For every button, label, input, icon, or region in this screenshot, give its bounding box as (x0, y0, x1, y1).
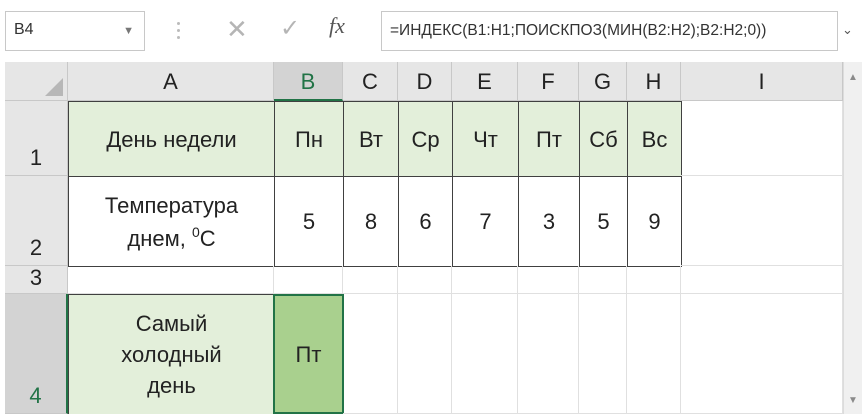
cell-a4-line1: Самый (135, 311, 208, 336)
cell-a4[interactable]: Самый холодный день (68, 294, 275, 414)
cell-a4-line3: день (147, 373, 196, 398)
cell-h3[interactable] (627, 266, 681, 294)
cell-e4[interactable] (452, 294, 518, 414)
cell-c2[interactable]: 8 (343, 176, 399, 267)
cell-f2[interactable]: 3 (518, 176, 580, 267)
scroll-down-icon[interactable]: ▼ (848, 395, 858, 406)
cell-a1[interactable]: День недели (68, 101, 275, 177)
cell-f1[interactable]: Пт (518, 101, 580, 177)
cell-c3[interactable] (343, 266, 398, 294)
select-all-corner[interactable] (5, 62, 68, 101)
cell-a4-line2: холодный (121, 342, 222, 367)
row-header-3[interactable]: 3 (5, 265, 68, 294)
cell-a2-label: днем, (127, 225, 186, 251)
chevron-down-icon[interactable]: ▼ (123, 25, 134, 37)
cell-d3[interactable] (398, 266, 452, 294)
cell-g3[interactable] (579, 266, 627, 294)
enter-icon[interactable]: ✓ (280, 14, 300, 43)
cell-a2[interactable]: Температура днем, 0С (68, 176, 275, 267)
column-header-c[interactable]: C (343, 62, 398, 101)
column-header-i[interactable]: I (681, 62, 843, 101)
cell-b1[interactable]: Пн (274, 101, 344, 177)
formula-input[interactable]: =ИНДЕКС(B1:H1;ПОИСКПОЗ(МИН(B2:H2);B2:H2;… (381, 11, 838, 51)
row-header-label: 2 (29, 235, 43, 260)
cell-i2[interactable] (681, 176, 843, 266)
cell-a2-line1: Температура (104, 192, 239, 218)
row-header-4[interactable]: 4 (5, 294, 68, 414)
cell-f3[interactable] (518, 266, 579, 294)
row-header-label: 3 (29, 265, 43, 290)
formula-bar-grip[interactable] (176, 22, 182, 42)
row-header-2[interactable]: 2 (5, 176, 68, 266)
expand-formula-bar-icon[interactable]: ⌄ (842, 22, 853, 38)
column-header-f[interactable]: F (518, 62, 579, 101)
cell-i3[interactable] (681, 266, 843, 294)
vertical-scrollbar[interactable]: ▲ ▼ (843, 62, 862, 414)
cell-h2[interactable]: 9 (627, 176, 682, 267)
cell-e1[interactable]: Чт (452, 101, 519, 177)
cell-a2-line2: днем, 0С (127, 219, 215, 252)
cell-c1[interactable]: Вт (343, 101, 399, 177)
cell-e2[interactable]: 7 (452, 176, 519, 267)
cell-h1[interactable]: Вс (627, 101, 682, 177)
insert-function-icon[interactable]: fx (329, 13, 345, 39)
row-header-1[interactable]: 1 (5, 101, 68, 176)
cell-a2-unit: С (199, 225, 216, 251)
column-header-h[interactable]: H (627, 62, 681, 101)
cell-b3[interactable] (274, 266, 343, 294)
column-header-g[interactable]: G (579, 62, 627, 101)
formula-text: =ИНДЕКС(B1:H1;ПОИСКПОЗ(МИН(B2:H2);B2:H2;… (390, 22, 767, 39)
cell-c4[interactable] (343, 294, 398, 414)
formula-bar: B4 ▼ ✕ ✓ fx =ИНДЕКС(B1:H1;ПОИСКПОЗ(МИН(B… (0, 0, 862, 62)
cell-h4[interactable] (627, 294, 681, 414)
cell-d2[interactable]: 6 (398, 176, 453, 267)
cell-e3[interactable] (452, 266, 518, 294)
spreadsheet-grid[interactable]: A B C D E F G H I 1 2 3 4 День недели Пн… (0, 62, 862, 414)
cell-f4[interactable] (518, 294, 579, 414)
cell-d4[interactable] (398, 294, 452, 414)
cell-i4[interactable] (681, 294, 843, 414)
cell-b2[interactable]: 5 (274, 176, 344, 267)
name-box-value: B4 (14, 21, 34, 38)
row-header-label: 4 (29, 383, 42, 408)
cell-g1[interactable]: Сб (579, 101, 628, 177)
column-header-e[interactable]: E (452, 62, 518, 101)
scroll-up-icon[interactable]: ▲ (848, 72, 858, 83)
cell-b4-active[interactable]: Пт (273, 294, 344, 414)
row-header-label: 1 (29, 145, 43, 170)
cell-g2[interactable]: 5 (579, 176, 628, 267)
cell-i1[interactable] (681, 101, 843, 176)
name-box[interactable]: B4 ▼ (5, 11, 145, 51)
column-header-d[interactable]: D (398, 62, 452, 101)
cell-g4[interactable] (579, 294, 627, 414)
column-header-a[interactable]: A (68, 62, 274, 101)
column-header-b[interactable]: B (274, 62, 343, 101)
cancel-icon[interactable]: ✕ (226, 14, 248, 45)
cell-d1[interactable]: Ср (398, 101, 453, 177)
cell-a3[interactable] (68, 266, 274, 294)
degree-superscript: 0 (191, 223, 200, 240)
